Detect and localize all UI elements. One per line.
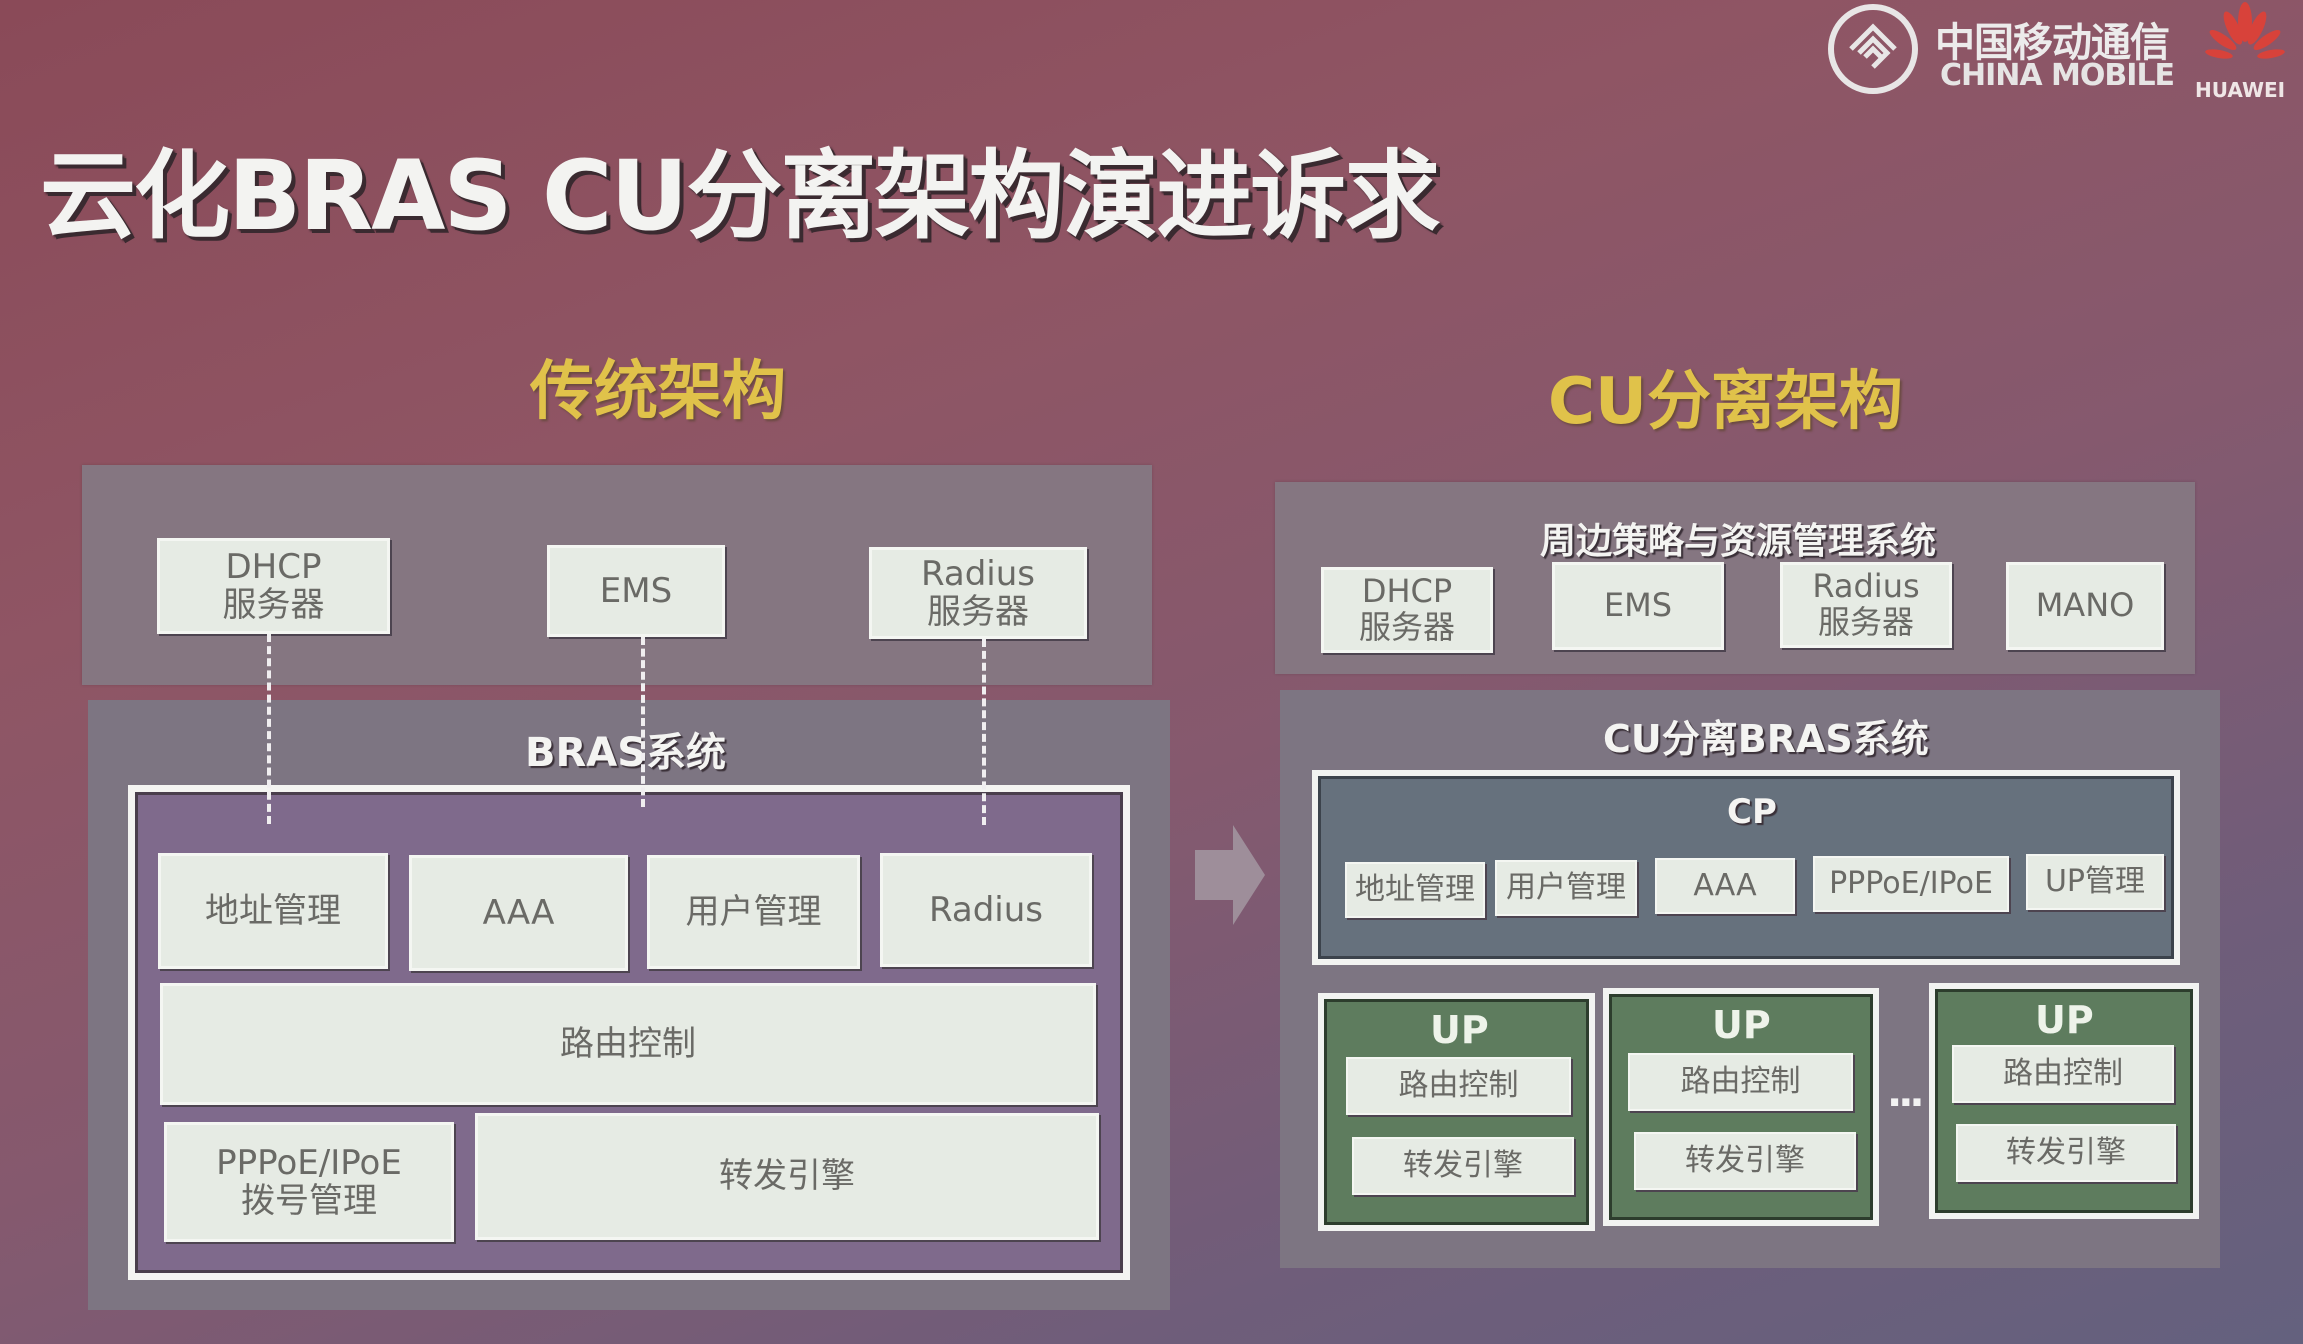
ems-node: EMS	[547, 545, 725, 637]
china-mobile-logo-icon	[1828, 4, 1918, 94]
up-forwarding-engine-module: 转发引擎	[1956, 1124, 2176, 1182]
cp-address-management-module: 地址管理	[1345, 862, 1485, 918]
module-label: Radius	[928, 889, 1043, 930]
cp-user-management-module: 用户管理	[1495, 860, 1637, 916]
cu-dhcp-server-node: DHCP 服务器	[1321, 567, 1493, 653]
node-line1: Radius	[1812, 567, 1920, 606]
huawei-wordmark: HUAWEI	[2195, 78, 2286, 102]
more-up-ellipsis: ...	[1887, 1070, 1925, 1116]
peripheral-systems-label: 周边策略与资源管理系统	[1540, 521, 1937, 562]
cp-up-management-module: UP管理	[2026, 854, 2164, 910]
control-plane-label: CP	[1727, 792, 1777, 832]
module-label: 转发引擎	[2006, 1135, 2126, 1171]
up-forwarding-engine-module: 转发引擎	[1352, 1137, 1574, 1195]
module-label: 转发引擎	[1685, 1143, 1805, 1179]
cu-bras-system-label: CU分离BRAS系统	[1603, 717, 1929, 761]
cu-mano-node: MANO	[2006, 562, 2164, 650]
module-label-line2: 拨号管理	[241, 1181, 377, 1221]
module-label: 路由控制	[1398, 1068, 1519, 1104]
aaa-module: AAA	[409, 855, 628, 971]
module-label: 地址管理	[1355, 872, 1475, 908]
traditional-architecture-heading: 传统架构	[530, 355, 786, 429]
cp-pppoe-ipoe-module: PPPoE/IPoE	[1813, 856, 2009, 912]
radius-server-node: Radius 服务器	[869, 547, 1087, 639]
node-line1: MANO	[2035, 586, 2135, 625]
dhcp-server-node: DHCP 服务器	[157, 538, 390, 634]
module-label: 地址管理	[205, 890, 341, 931]
ems-connector-line	[641, 637, 645, 807]
module-label: UP管理	[2044, 864, 2146, 900]
node-line2: 服务器	[1358, 608, 1455, 646]
cu-radius-server-node: Radius 服务器	[1780, 562, 1952, 648]
bras-system-label: BRAS系统	[525, 730, 727, 776]
china-mobile-swirl-icon	[1849, 23, 1897, 69]
node-line1: EMS	[1603, 586, 1673, 625]
up-forwarding-engine-module: 转发引擎	[1634, 1132, 1856, 1190]
module-label: 用户管理	[685, 891, 822, 932]
slide-title: 云化BRAS CU分离架构演进诉求	[40, 140, 1440, 252]
module-label: 路由控制	[1680, 1064, 1801, 1100]
pppoe-ipoe-dial-management-module: PPPoE/IPoE 拨号管理	[164, 1122, 454, 1242]
routing-control-module: 路由控制	[160, 983, 1096, 1105]
node-line1: DHCP	[225, 546, 322, 587]
user-plane-label: UP	[2035, 998, 2094, 1042]
user-plane-label: UP	[1712, 1003, 1771, 1047]
cu-architecture-heading: CU分离架构	[1548, 365, 1903, 439]
node-line1: Radius	[920, 553, 1035, 594]
node-line2: 服务器	[222, 585, 325, 625]
forwarding-engine-module: 转发引擎	[475, 1113, 1099, 1240]
dhcp-connector-line	[267, 634, 271, 824]
module-label: 用户管理	[1506, 870, 1626, 906]
module-label: AAA	[482, 892, 555, 933]
user-plane-label: UP	[1430, 1008, 1489, 1052]
address-management-module: 地址管理	[158, 853, 388, 969]
module-label: 转发引擎	[1403, 1148, 1523, 1184]
radius-connector-line	[982, 639, 986, 825]
module-label: 转发引擎	[719, 1156, 855, 1197]
cp-aaa-module: AAA	[1655, 858, 1795, 914]
module-label-line1: PPPoE/IPoE	[216, 1142, 402, 1183]
up-routing-control-module: 路由控制	[1346, 1057, 1571, 1115]
up-routing-control-module: 路由控制	[1952, 1045, 2174, 1103]
user-management-module: 用户管理	[647, 855, 860, 969]
up-routing-control-module: 路由控制	[1628, 1053, 1853, 1111]
right-arrow-icon	[1195, 825, 1265, 925]
module-label: PPPoE/IPoE	[1829, 866, 1993, 902]
node-line1: DHCP	[1361, 572, 1453, 611]
node-line1: EMS	[599, 570, 673, 611]
radius-module: Radius	[880, 853, 1092, 967]
module-label: AAA	[1693, 868, 1757, 904]
node-line2: 服务器	[927, 592, 1029, 632]
module-label: 路由控制	[2003, 1056, 2123, 1092]
huawei-logo-icon	[2205, 2, 2285, 59]
cu-ems-node: EMS	[1552, 562, 1724, 650]
china-mobile-name-en: CHINA MOBILE	[1940, 58, 2175, 93]
node-line2: 服务器	[1817, 603, 1914, 641]
module-label: 路由控制	[560, 1023, 696, 1064]
